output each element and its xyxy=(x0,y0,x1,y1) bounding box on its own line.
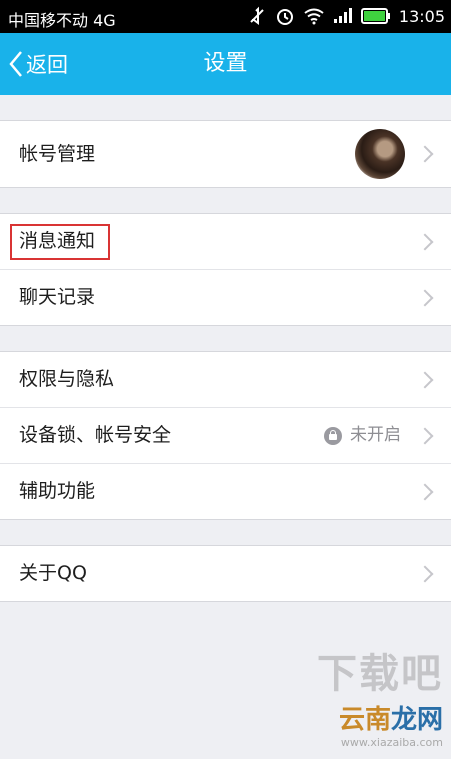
row-accessibility[interactable]: 辅助功能 xyxy=(0,464,451,519)
chevron-right-icon xyxy=(416,483,434,500)
clock-time: 13:05 xyxy=(398,6,445,26)
watermark: 下载吧 云南龙网 www.xiazaiba.com xyxy=(317,641,443,749)
status-bar: 中国移不动 4G 13:05 xyxy=(0,0,451,33)
watermark-brand: 云南龙网 xyxy=(317,699,443,736)
battery-icon xyxy=(360,8,390,24)
row-label: 帐号管理 xyxy=(19,143,96,165)
row-message-notifications[interactable]: 消息通知 xyxy=(0,214,451,270)
alarm-icon xyxy=(276,9,293,25)
row-account-management[interactable]: 帐号管理 xyxy=(0,121,451,187)
lock-icon xyxy=(324,426,342,445)
row-chat-history[interactable]: 聊天记录 xyxy=(0,270,451,325)
chevron-right-icon xyxy=(416,371,434,388)
watermark-url: www.xiazaiba.com xyxy=(340,736,443,749)
nav-bar: 返回 设置 xyxy=(0,33,451,95)
row-label: 权限与隐私 xyxy=(19,368,115,390)
row-about-qq[interactable]: 关于QQ xyxy=(0,546,451,601)
page-title: 设置 xyxy=(203,51,248,76)
chevron-right-icon xyxy=(416,145,434,163)
row-label: 关于QQ xyxy=(19,562,87,584)
mute-icon xyxy=(250,6,264,25)
settings-group-privacy: 权限与隐私 设备锁、帐号安全 未开启 辅助功能 xyxy=(0,351,451,520)
watermark-big-text: 下载吧 xyxy=(317,651,443,697)
settings-group-messages: 消息通知 聊天记录 xyxy=(0,213,451,326)
row-device-lock-security[interactable]: 设备锁、帐号安全 未开启 xyxy=(0,408,451,464)
signal-icon xyxy=(333,8,352,23)
row-label: 设备锁、帐号安全 xyxy=(19,424,172,446)
chevron-right-icon xyxy=(416,233,434,250)
row-value: 未开启 xyxy=(324,408,401,463)
row-label: 聊天记录 xyxy=(19,286,96,308)
wifi-icon xyxy=(304,8,324,25)
settings-group-about: 关于QQ xyxy=(0,545,451,602)
avatar xyxy=(355,129,405,179)
row-label: 辅助功能 xyxy=(19,480,96,502)
highlight-box xyxy=(10,224,110,260)
carrier-label: 中国移不动 4G xyxy=(8,11,116,30)
chevron-right-icon xyxy=(416,565,434,582)
chevron-right-icon xyxy=(416,289,434,306)
chevron-right-icon xyxy=(416,427,434,444)
status-icons: 13:05 xyxy=(247,6,445,26)
settings-group-account: 帐号管理 xyxy=(0,120,451,188)
watermark-brand-b: 龙网 xyxy=(390,705,443,735)
watermark-brand-a: 云南 xyxy=(338,705,391,735)
device-lock-status: 未开启 xyxy=(350,425,401,445)
row-permissions-privacy[interactable]: 权限与隐私 xyxy=(0,352,451,408)
